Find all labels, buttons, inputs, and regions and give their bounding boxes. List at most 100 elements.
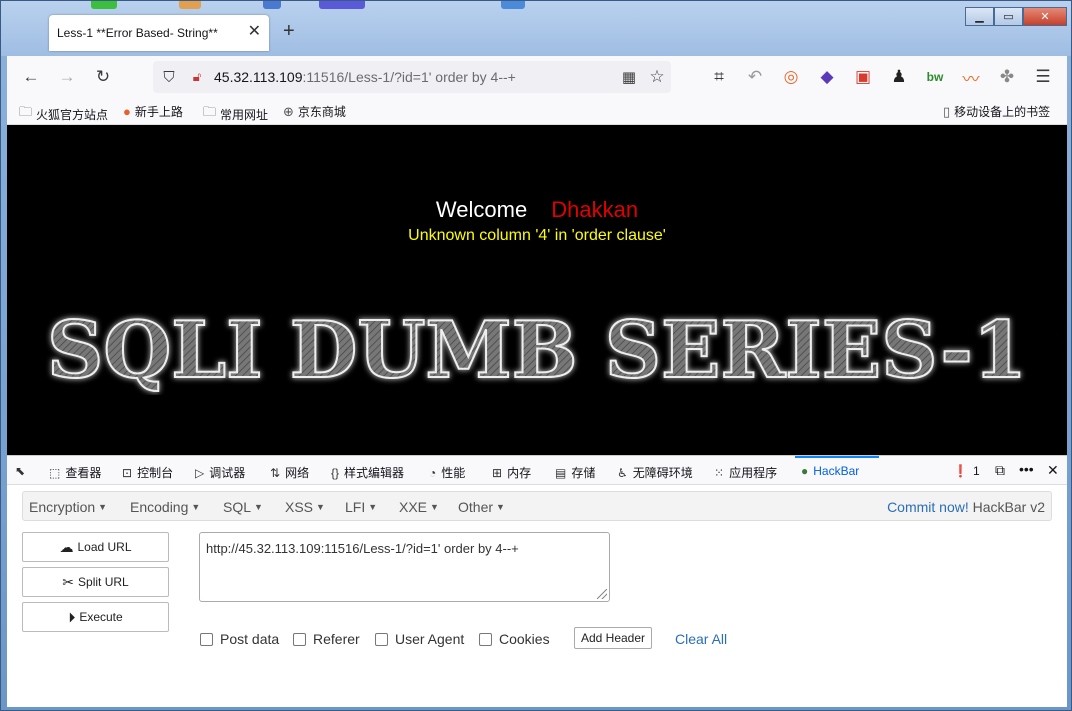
app-grid-icon: ⁙: [714, 465, 725, 480]
load-url-button[interactable]: ☁ Load URL: [22, 532, 169, 562]
tab-inspector[interactable]: ⬚ 查看器: [49, 464, 101, 481]
play-circle-icon: ⏵: [68, 608, 76, 625]
url-textarea[interactable]: http://45.32.113.109:11516/Less-1/?id=1'…: [199, 532, 610, 602]
undo-icon[interactable]: ↶: [743, 65, 767, 89]
tab-network[interactable]: ⇅ 网络: [270, 464, 309, 481]
bookmark-item[interactable]: 🗀︎ 常用网址: [203, 103, 268, 125]
bookmark-label: 京东商城: [297, 105, 346, 119]
checkbox-box[interactable]: [375, 632, 388, 646]
desktop-decoration: [179, 1, 201, 9]
caret-down-icon: ▼: [254, 502, 263, 512]
tab-accessibility[interactable]: ♿︎ 无障碍环境: [617, 464, 693, 481]
devtools-tab-label: 存储: [571, 466, 596, 480]
inspector-icon: ⬚: [49, 465, 61, 480]
qr-code-icon[interactable]: ▦: [617, 65, 641, 89]
split-url-label: Split URL: [78, 575, 129, 589]
url-text[interactable]: 45.32.113.109:11516/Less-1/?id=1' order …: [214, 69, 516, 85]
extension-bw-icon[interactable]: bw: [923, 65, 947, 89]
desktop-decoration: [319, 1, 365, 9]
dock-icon[interactable]: ⧉: [995, 462, 1005, 479]
hackbar-panel: Encryption ▼ Encoding ▼ SQL ▼ XSS ▼ LFI ▼ XXE…: [7, 485, 1067, 707]
welcome-line: Welcome Dhakkan: [7, 197, 1067, 223]
split-url-button[interactable]: ✂ Split URL: [22, 567, 169, 597]
menu-xxe[interactable]: XXE ▼: [399, 499, 439, 515]
close-tab-icon[interactable]: ✕: [248, 24, 261, 40]
extension-spy-icon[interactable]: ♟: [887, 65, 911, 89]
forward-icon[interactable]: →: [55, 65, 79, 89]
back-icon[interactable]: ←: [19, 65, 43, 89]
extension-grid-icon[interactable]: ▣: [851, 65, 875, 89]
url-bar[interactable]: ⛉ 🔓︎ 45.32.113.109:11516/Less-1/?id=1' o…: [153, 61, 671, 93]
new-tab-button[interactable]: +: [283, 21, 295, 41]
menu-icon[interactable]: ☰: [1031, 65, 1055, 89]
bookmark-star-icon[interactable]: ☆: [645, 65, 669, 89]
extension-pen-icon[interactable]: 〰: [959, 65, 983, 89]
caret-down-icon: ▼: [430, 502, 439, 512]
menu-encoding[interactable]: Encoding ▼: [130, 499, 200, 515]
more-options-icon[interactable]: •••: [1019, 461, 1034, 477]
mobile-bookmarks[interactable]: ▯ 移动设备上的书签: [943, 103, 1050, 120]
nav-toolbar: ← → ↻ ⛉ 🔓︎ 45.32.113.109:11516/Less-1/?i…: [7, 56, 1067, 98]
commit-now-link[interactable]: Commit now!: [887, 499, 969, 515]
console-icon: ⊡: [122, 465, 133, 480]
devtools-tab-label: 应用程序: [729, 466, 778, 480]
maximize-button[interactable]: ▭: [994, 7, 1023, 26]
tab-memory[interactable]: ⊞ 内存: [492, 464, 531, 481]
checkbox-label: User Agent: [395, 631, 465, 647]
tab-performance[interactable]: ◔ 性能: [429, 464, 465, 481]
load-url-label: Load URL: [77, 540, 132, 554]
shield-icon[interactable]: ⛉: [157, 65, 181, 89]
window-close-button[interactable]: ✕: [1023, 7, 1067, 26]
extensions-puzzle-icon[interactable]: ✤: [995, 65, 1019, 89]
user-name: Dhakkan: [551, 197, 639, 222]
menu-encryption[interactable]: Encryption ▼: [29, 499, 107, 515]
bookmark-label: 移动设备上的书签: [954, 105, 1051, 119]
menu-other[interactable]: Other ▼: [458, 499, 505, 515]
browser-window: Less-1 **Error Based- String** ✕ + ▁ ▭ ✕…: [0, 0, 1072, 711]
checkbox-box[interactable]: [200, 632, 213, 646]
tab-hackbar[interactable]: ● HackBar: [801, 464, 859, 478]
chip-icon: ⊞: [492, 465, 503, 480]
resize-grip[interactable]: [597, 589, 607, 599]
close-devtools-icon[interactable]: ✕: [1047, 462, 1059, 479]
menu-sql[interactable]: SQL ▼: [223, 499, 263, 515]
tab-console[interactable]: ⊡ 控制台: [122, 464, 173, 481]
insecure-lock-icon[interactable]: 🔓︎: [185, 65, 209, 89]
bookmark-label: 火狐官方站点: [36, 107, 109, 122]
tab-debugger[interactable]: ▷ 调试器: [195, 464, 245, 481]
extension-layers-icon[interactable]: ◆: [815, 65, 839, 89]
post-data-checkbox[interactable]: Post data: [200, 631, 279, 647]
element-picker-icon[interactable]: ⬉: [15, 464, 30, 478]
execute-button[interactable]: ⏵ Execute: [22, 602, 169, 632]
referer-checkbox[interactable]: Referer: [293, 631, 360, 647]
devtools-tab-label: 查看器: [65, 466, 102, 480]
checkbox-box[interactable]: [479, 632, 492, 646]
network-icon: ⇅: [270, 465, 281, 480]
bookmark-label: 常用网址: [220, 107, 269, 122]
page-content: Welcome Dhakkan Unknown column '4' in 'or…: [7, 125, 1067, 455]
cookies-checkbox[interactable]: Cookies: [479, 631, 550, 647]
add-header-button[interactable]: Add Header: [574, 627, 652, 649]
tab-application[interactable]: ⁙ 应用程序: [714, 464, 777, 481]
menu-lfi[interactable]: LFI ▼: [345, 499, 377, 515]
sqli-banner-image: SQLI DUMB SERIES-1: [46, 305, 1028, 395]
tab-style-editor[interactable]: {} 样式编辑器: [331, 464, 404, 481]
reload-icon[interactable]: ↻: [91, 65, 115, 89]
clear-all-link[interactable]: Clear All: [675, 631, 727, 647]
bookmark-item[interactable]: ● 新手上路: [123, 103, 183, 120]
error-count-badge[interactable]: ❗ 1: [953, 464, 980, 478]
checkbox-box[interactable]: [293, 632, 306, 646]
user-agent-checkbox[interactable]: User Agent: [375, 631, 464, 647]
menu-xss[interactable]: XSS ▼: [285, 499, 325, 515]
accessibility-icon: ♿︎: [617, 465, 628, 480]
crop-icon[interactable]: ⌗: [707, 65, 731, 89]
minimize-button[interactable]: ▁: [965, 7, 994, 26]
bookmark-item[interactable]: ⊕ 京东商城: [283, 103, 346, 120]
bookmark-item[interactable]: 🗀︎ 火狐官方站点: [19, 103, 108, 125]
extension-ring-icon[interactable]: ◎: [779, 65, 803, 89]
execute-label: Execute: [79, 610, 123, 624]
error-icon: ❗: [953, 464, 968, 478]
banner-text: SQLI DUMB SERIES-1: [47, 305, 1027, 395]
tab-storage[interactable]: ▤ 存储: [555, 464, 595, 481]
browser-tab[interactable]: Less-1 **Error Based- String** ✕: [49, 15, 269, 51]
